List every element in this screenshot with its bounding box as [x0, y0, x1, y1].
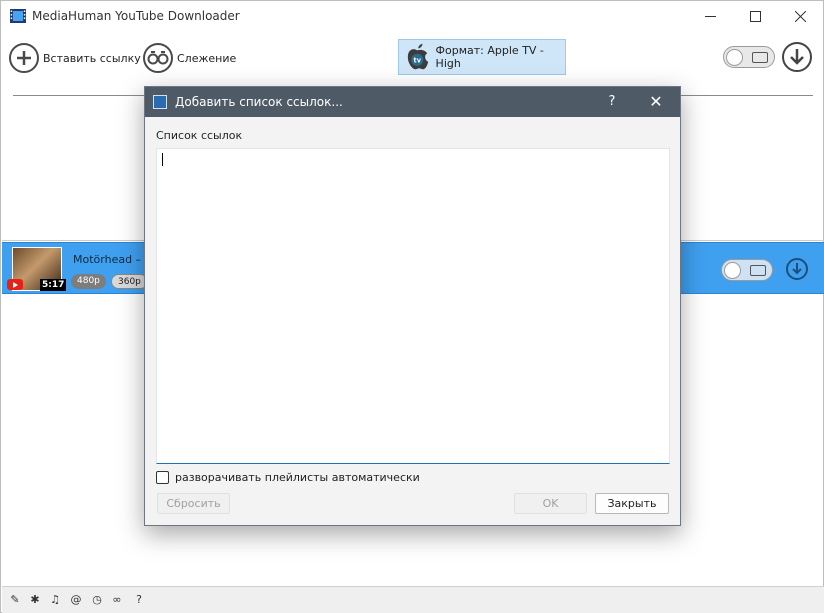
film-icon [750, 265, 766, 276]
row-download-button[interactable] [786, 258, 808, 280]
dialog-help-button[interactable]: ? [597, 92, 627, 112]
video-title: Motörhead – O [73, 253, 154, 266]
clock-icon[interactable]: ◷ [90, 593, 104, 607]
links-list-label: Список ссылок [156, 129, 243, 142]
ok-button[interactable]: OK [514, 493, 587, 514]
row-video-toggle[interactable] [721, 259, 773, 281]
title-bar: MediaHuman YouTube Downloader [1, 1, 823, 32]
toggle-knob [726, 49, 743, 66]
youtube-icon [7, 279, 23, 290]
expand-playlists-option[interactable]: разворачивать плейлисты автоматически [156, 471, 420, 484]
links-textarea[interactable] [156, 148, 670, 464]
binoculars-icon [143, 43, 173, 73]
apple-tv-icon: tv [407, 43, 429, 70]
dialog-close-button[interactable]: ✕ [641, 92, 671, 112]
minimize-button[interactable] [687, 1, 733, 32]
resolution-480-pill[interactable]: 480p [71, 274, 106, 289]
format-label: Формат: Apple TV - High [435, 44, 544, 70]
reset-button[interactable]: Сбросить [157, 493, 230, 514]
download-all-button[interactable] [782, 42, 812, 72]
expand-playlists-label: разворачивать плейлисты автоматически [175, 471, 420, 484]
window-title: MediaHuman YouTube Downloader [32, 9, 240, 23]
maximize-button[interactable] [732, 1, 778, 32]
tracking-label: Слежение [177, 51, 237, 65]
dialog-title: Добавить список ссылок... [175, 95, 343, 109]
help-icon[interactable]: ? [132, 593, 146, 607]
toolbar: Вставить ссылку Слежение tv Формат: Appl… [1, 32, 823, 84]
snail-icon[interactable]: @ [69, 593, 83, 607]
close-icon [794, 11, 806, 22]
film-strip-icon [10, 9, 26, 23]
music-note-icon[interactable]: ♫ [48, 593, 62, 607]
status-bar: ✎ ✱ ♫ @ ◷ ∞ ? [2, 586, 824, 613]
add-links-dialog: Добавить список ссылок... ? ✕ Список ссы… [144, 86, 681, 526]
expand-playlists-checkbox[interactable] [156, 471, 169, 484]
minimize-icon [704, 16, 716, 17]
film-icon [752, 52, 768, 63]
download-arrow-icon [790, 49, 804, 65]
toggle-knob [724, 262, 741, 279]
text-caret [162, 153, 163, 166]
gear-icon[interactable]: ✱ [28, 593, 42, 607]
binoculars-icon[interactable]: ∞ [110, 593, 124, 607]
resolution-360-pill[interactable]: 360p [111, 274, 148, 289]
dialog-title-bar: Добавить список ссылок... ? ✕ [145, 87, 680, 117]
video-mode-toggle[interactable] [723, 46, 775, 68]
broom-icon[interactable]: ✎ [8, 593, 22, 607]
plus-icon [9, 43, 39, 73]
maximize-icon [749, 11, 761, 22]
tracking-button[interactable]: Слежение [143, 39, 236, 77]
format-button[interactable]: tv Формат: Apple TV - High [398, 39, 566, 75]
svg-text:tv: tv [414, 57, 422, 65]
video-duration: 5:17 [40, 279, 67, 291]
close-button[interactable]: Закрыть [595, 493, 669, 514]
paste-link-label: Вставить ссылку [43, 51, 141, 65]
download-arrow-icon [792, 263, 802, 275]
paste-link-button[interactable]: Вставить ссылку [9, 39, 141, 77]
app-icon [153, 95, 167, 109]
close-window-button[interactable] [777, 1, 823, 32]
